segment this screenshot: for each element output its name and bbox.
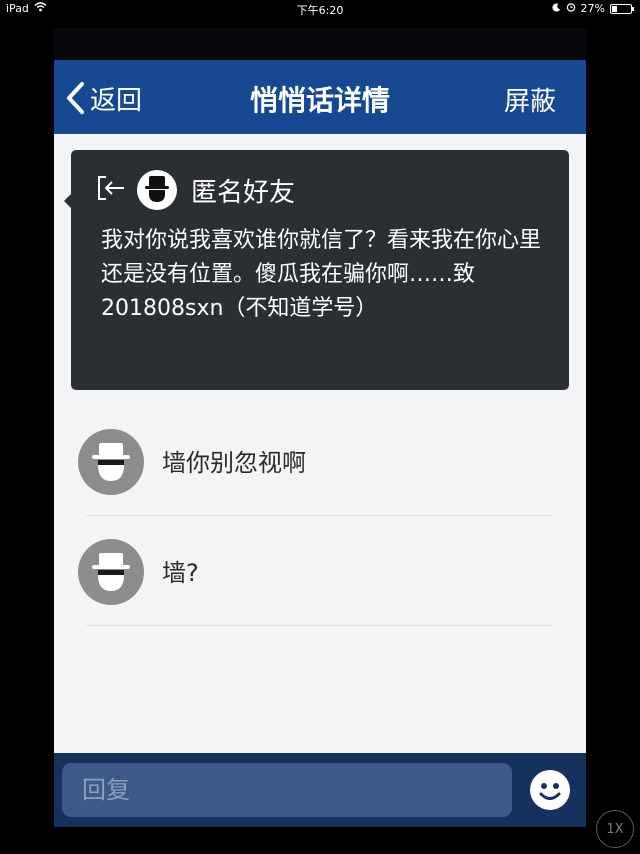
battery-icon: [610, 3, 634, 14]
divider: [86, 625, 552, 626]
reply-text: 墙?: [162, 559, 199, 587]
nav-bar: 返回 悄悄话详情 屏蔽: [54, 60, 586, 134]
reply-input[interactable]: [62, 763, 512, 817]
battery-percent: 27%: [580, 2, 605, 15]
smiley-icon[interactable]: [530, 770, 570, 810]
app-window: 返回 悄悄话详情 屏蔽 匿名好友 我对你说我喜欢谁你就信了？看来我在你心里还是没…: [54, 60, 586, 827]
status-bar: iPad 下午6:20 27%: [0, 0, 640, 18]
anonymous-avatar-icon: [78, 539, 144, 605]
app-top-strip: [54, 28, 586, 60]
zoom-badge[interactable]: 1X: [596, 810, 634, 848]
reply-item: 墙?: [78, 539, 554, 649]
exit-icon[interactable]: [97, 175, 127, 205]
anonymous-avatar-icon: [137, 170, 177, 210]
input-bar: [54, 753, 586, 827]
anonymous-avatar-icon: [78, 429, 144, 495]
sender-name: 匿名好友: [191, 177, 296, 208]
alarm-icon: [566, 2, 576, 15]
moon-icon: [551, 2, 561, 15]
divider: [86, 515, 552, 516]
block-button[interactable]: 屏蔽: [504, 81, 556, 118]
reply-item: 墙你别忽视啊: [78, 429, 554, 539]
message-text: 我对你说我喜欢谁你就信了？看来我在你心里还是没有位置。傻瓜我在骗你啊……致201…: [101, 228, 542, 321]
status-time: 下午6:20: [296, 4, 344, 17]
message-card: 匿名好友 我对你说我喜欢谁你就信了？看来我在你心里还是没有位置。傻瓜我在骗你啊……: [64, 150, 569, 390]
reply-text: 墙你别忽视啊: [162, 449, 306, 477]
card-pointer: [64, 194, 71, 208]
